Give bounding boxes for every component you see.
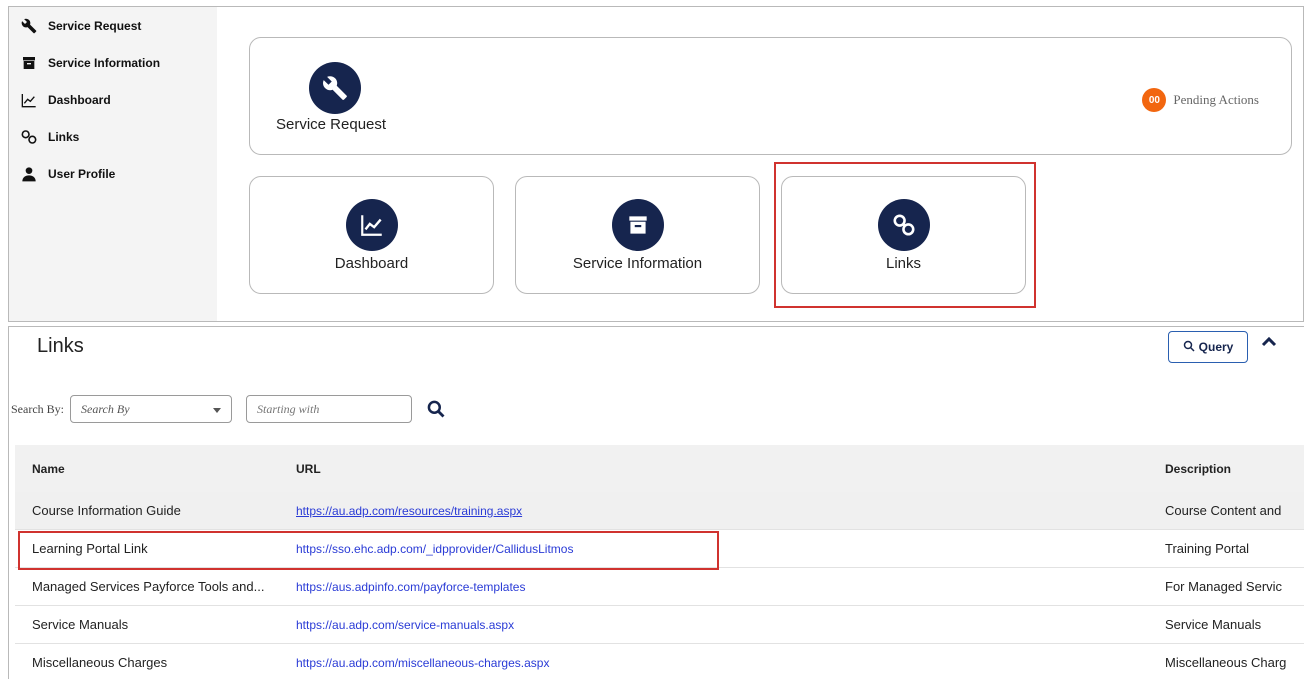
row-description: Miscellaneous Charg <box>1165 655 1287 670</box>
column-header-name[interactable]: Name <box>15 462 278 476</box>
archive-box-icon <box>612 199 664 251</box>
sidebar-item-label: Service Information <box>48 55 161 70</box>
chain-link-icon <box>20 129 38 145</box>
wrench-icon <box>309 62 361 114</box>
trend-chart-icon <box>346 199 398 251</box>
wrench-icon <box>20 18 38 34</box>
row-name: Learning Portal Link <box>32 541 148 556</box>
column-header-url[interactable]: URL <box>278 462 1145 476</box>
row-name: Miscellaneous Charges <box>32 655 168 670</box>
row-name: Service Manuals <box>32 617 129 632</box>
row-url-link[interactable]: https://aus.adpinfo.com/payforce-templat… <box>296 580 525 594</box>
row-description: Course Content and <box>1165 503 1282 518</box>
service-request-tile[interactable]: Service Request 00 Pending Actions <box>249 37 1292 155</box>
tile-label: Service Information <box>572 255 703 272</box>
sidebar-item-label: Links <box>48 129 80 144</box>
row-name: Course Information Guide <box>32 503 181 518</box>
sidebar: Service Request Service Information Dash… <box>9 7 217 321</box>
collapse-chevron-up-icon[interactable] <box>1259 333 1279 353</box>
sidebar-item-dashboard[interactable]: Dashboard <box>9 81 217 118</box>
table-row[interactable]: Managed Services Payforce Tools and... h… <box>15 568 1304 606</box>
row-description: Service Manuals <box>1165 617 1262 632</box>
sidebar-item-service-request[interactable]: Service Request <box>9 7 217 44</box>
search-by-label: Search By: <box>11 401 64 416</box>
search-bar: Search By: Search By <box>11 395 448 423</box>
sidebar-item-label: Dashboard <box>48 92 111 107</box>
row-name: Managed Services Payforce Tools and... <box>32 579 265 594</box>
query-button[interactable]: Query <box>1168 331 1248 363</box>
sidebar-item-service-information[interactable]: Service Information <box>9 44 217 81</box>
search-by-select[interactable]: Search By <box>70 395 232 423</box>
row-url-link[interactable]: https://au.adp.com/service-manuals.aspx <box>296 618 514 632</box>
links-table: Name URL Description Course Information … <box>15 445 1304 679</box>
table-row[interactable]: Learning Portal Link https://sso.ehc.adp… <box>15 530 1304 568</box>
dashboard-tile[interactable]: Dashboard <box>249 176 494 294</box>
query-button-label: Query <box>1198 340 1234 354</box>
table-row[interactable]: Miscellaneous Charges https://au.adp.com… <box>15 644 1304 679</box>
table-row[interactable]: Course Information Guide https://au.adp.… <box>15 492 1304 530</box>
pending-count-badge: 00 <box>1142 88 1167 112</box>
sidebar-item-label: User Profile <box>48 166 116 181</box>
user-icon <box>20 166 38 182</box>
archive-box-icon <box>20 55 38 71</box>
search-icon[interactable] <box>426 398 448 420</box>
chain-link-icon <box>878 199 930 251</box>
column-header-description[interactable]: Description <box>1145 462 1304 476</box>
sidebar-item-label: Service Request <box>48 18 142 33</box>
links-panel-title: Links <box>37 335 84 357</box>
row-url-link[interactable]: https://au.adp.com/resources/training.as… <box>296 504 522 518</box>
search-by-placeholder: Search By <box>81 401 130 416</box>
tile-label: Service Request <box>276 116 387 133</box>
starting-with-input[interactable] <box>246 395 412 423</box>
row-url-link[interactable]: https://au.adp.com/miscellaneous-charges… <box>296 656 549 670</box>
sidebar-item-links[interactable]: Links <box>9 118 217 155</box>
pending-actions[interactable]: 00 Pending Actions <box>1142 88 1259 112</box>
table-row[interactable]: Service Manuals https://au.adp.com/servi… <box>15 606 1304 644</box>
table-header: Name URL Description <box>15 445 1304 492</box>
row-description: Training Portal <box>1165 541 1250 556</box>
row-description: For Managed Servic <box>1165 579 1283 594</box>
chevron-down-icon <box>213 408 221 413</box>
tile-label: Links <box>885 255 922 272</box>
search-icon <box>1183 340 1195 355</box>
tile-label: Dashboard <box>334 255 409 272</box>
service-information-tile[interactable]: Service Information <box>515 176 760 294</box>
links-panel: Links Query Search By: Search By Name UR… <box>8 326 1304 679</box>
trend-chart-icon <box>20 92 38 108</box>
pending-actions-label: Pending Actions <box>1173 92 1259 107</box>
row-url-link[interactable]: https://sso.ehc.adp.com/_idpprovider/Cal… <box>296 542 573 556</box>
sidebar-item-user-profile[interactable]: User Profile <box>9 155 217 192</box>
links-tile[interactable]: Links <box>781 176 1026 294</box>
